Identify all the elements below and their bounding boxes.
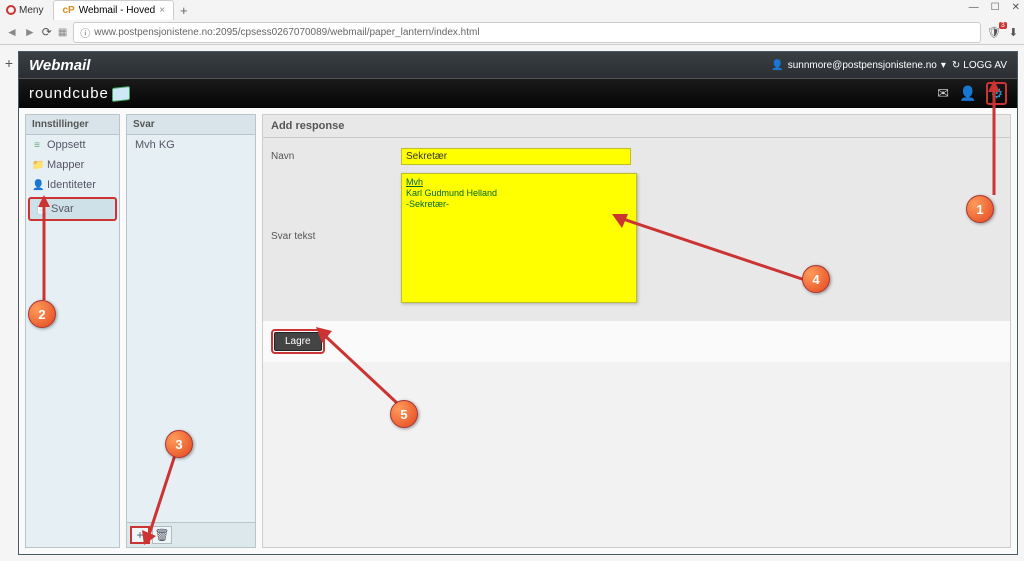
url-text: www.postpensjonistene.no:2095/cpsess0267…	[94, 27, 479, 38]
tab-bar: Meny cP Webmail - Hoved × + — ☐ ✕	[0, 0, 1024, 20]
chevron-down-icon: ▾	[941, 60, 946, 71]
sidebar-item-label: Identiteter	[47, 179, 96, 191]
user-email: sunnmore@postpensjonistene.no	[788, 60, 937, 71]
sidebar-item-label: Svar	[51, 203, 74, 215]
add-response-button[interactable]: +	[130, 526, 150, 544]
plus-icon: +	[136, 528, 143, 542]
window-maximize-button[interactable]: ☐	[991, 2, 1000, 13]
site-info-icon: ⓘ	[80, 25, 90, 40]
side-plus-button[interactable]: +	[0, 51, 18, 555]
annotation-bubble-2: 2	[28, 300, 56, 328]
settings-sidebar: Innstillinger ≡ Oppsett 📁 Mapper 👤 Ident…	[25, 114, 120, 548]
roundcube-brand: roundcube	[29, 85, 109, 102]
identity-icon: 👤	[32, 180, 42, 191]
editor-header: Add response	[263, 115, 1010, 138]
opera-icon	[6, 5, 16, 15]
file-icon: 📄	[36, 204, 46, 215]
delete-response-button[interactable]: 🗑	[152, 526, 172, 544]
sidebar-item-oppsett[interactable]: ≡ Oppsett	[26, 135, 119, 155]
tab-close-icon[interactable]: ×	[159, 5, 165, 16]
responses-panel: Svar Mvh KG + 🗑	[126, 114, 256, 548]
responses-toolbar: + 🗑	[127, 522, 255, 547]
save-button[interactable]: Lagre	[274, 332, 322, 351]
response-list-item[interactable]: Mvh KG	[127, 135, 255, 155]
tab-title: Webmail - Hoved	[79, 5, 156, 16]
webmail-brand: Webmail	[29, 57, 90, 74]
sidebar-item-identiteter[interactable]: 👤 Identiteter	[26, 175, 119, 195]
logout-icon: ↻	[952, 60, 960, 71]
response-item-label: Mvh KG	[135, 139, 175, 151]
settings-gear-icon[interactable]: ⚙	[986, 82, 1007, 105]
download-icon[interactable]: ⬇	[1009, 26, 1018, 39]
shield-icon[interactable]: 🛡	[987, 26, 1001, 39]
mail-icon[interactable]: ✉	[937, 85, 949, 102]
text-row: Svar tekst Mvh Karl Gudmund Helland -Sek…	[271, 173, 1002, 303]
window-close-button[interactable]: ✕	[1012, 2, 1020, 13]
sidebar-item-svar[interactable]: 📄 Svar	[28, 197, 117, 221]
webmail-topbar: Webmail 👤 sunnmore@postpensjonistene.no …	[19, 52, 1017, 78]
url-field[interactable]: ⓘ www.postpensjonistene.no:2095/cpsess02…	[73, 22, 981, 43]
roundcube-logo-icon	[112, 86, 130, 102]
browser-tab[interactable]: cP Webmail - Hoved ×	[53, 0, 174, 20]
sliders-icon: ≡	[32, 140, 42, 151]
logoff-button[interactable]: ↻ LOGG AV	[952, 60, 1007, 71]
sidebar-item-label: Mapper	[47, 159, 84, 171]
response-editor: Add response Navn Svar tekst Mvh Karl Gu…	[262, 114, 1011, 548]
annotation-bubble-3: 3	[165, 430, 193, 458]
annotation-bubble-1: 1	[966, 195, 994, 223]
window-minimize-button[interactable]: —	[969, 2, 979, 13]
form-area: Navn Svar tekst Mvh Karl Gudmund Helland…	[263, 138, 1010, 321]
text-label: Svar tekst	[271, 173, 401, 242]
name-row: Navn	[271, 148, 1002, 165]
text-line2: Karl Gudmund Helland	[406, 188, 497, 198]
save-row: Lagre	[263, 321, 1010, 362]
webmail-app: Webmail 👤 sunnmore@postpensjonistene.no …	[18, 51, 1018, 555]
annotation-bubble-4: 4	[802, 265, 830, 293]
responses-header: Svar	[127, 115, 255, 135]
address-bar: ◄ ► ⟳ ▦ ⓘ www.postpensjonistene.no:2095/…	[0, 20, 1024, 44]
name-label: Navn	[271, 148, 401, 162]
workspace: Innstillinger ≡ Oppsett 📁 Mapper 👤 Ident…	[19, 108, 1017, 554]
name-input[interactable]	[401, 148, 631, 165]
annotation-bubble-5: 5	[390, 400, 418, 428]
text-line1: Mvh	[406, 177, 423, 187]
sidebar-header: Innstillinger	[26, 115, 119, 135]
app-container: + Webmail 👤 sunnmore@postpensjonistene.n…	[0, 45, 1024, 561]
contacts-icon[interactable]: 👤	[959, 85, 976, 102]
folder-icon: 📁	[32, 160, 42, 171]
trash-icon: 🗑	[154, 528, 169, 542]
cpanel-icon: cP	[62, 5, 74, 16]
sidebar-item-label: Oppsett	[47, 139, 86, 151]
logoff-label: LOGG AV	[963, 60, 1007, 71]
nav-forward-icon[interactable]: ►	[24, 25, 36, 39]
response-text-area[interactable]: Mvh Karl Gudmund Helland -Sekretær-	[401, 173, 637, 303]
nav-back-icon[interactable]: ◄	[6, 25, 18, 39]
speed-dial-icon[interactable]: ▦	[58, 27, 67, 38]
save-highlight: Lagre	[271, 329, 325, 354]
sidebar-item-mapper[interactable]: 📁 Mapper	[26, 155, 119, 175]
user-icon: 👤	[771, 60, 783, 71]
roundcube-bar: roundcube ✉ 👤 ⚙	[19, 78, 1017, 108]
menu-label: Meny	[19, 5, 43, 16]
reload-icon[interactable]: ⟳	[42, 25, 52, 39]
text-line3: -Sekretær-	[406, 199, 449, 209]
user-menu[interactable]: 👤 sunnmore@postpensjonistene.no ▾	[771, 60, 946, 71]
browser-chrome: Meny cP Webmail - Hoved × + — ☐ ✕ ◄ ► ⟳ …	[0, 0, 1024, 45]
window-controls: — ☐ ✕	[969, 2, 1020, 13]
menu-button[interactable]: Meny	[0, 3, 49, 18]
new-tab-button[interactable]: +	[180, 3, 188, 18]
